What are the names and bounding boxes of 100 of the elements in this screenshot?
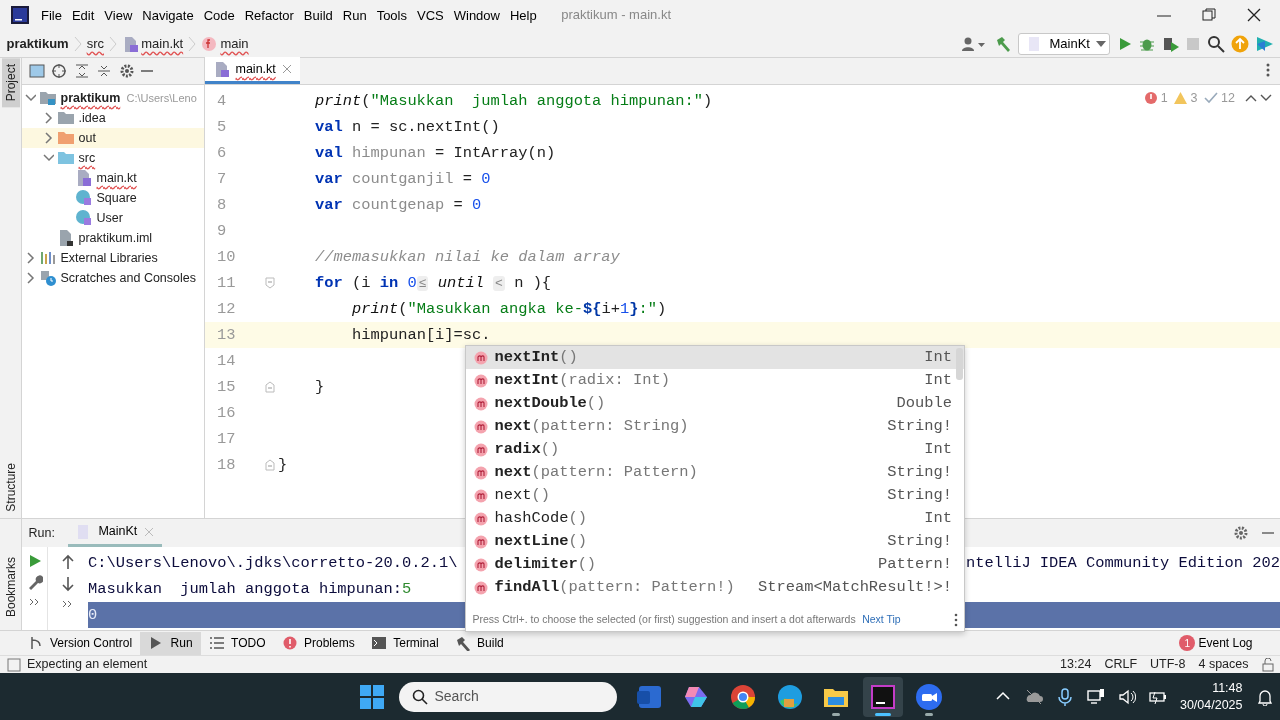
completion-item[interactable]: next(pattern: String) String! [466, 415, 964, 438]
tool-window-button[interactable]: Run [140, 631, 201, 655]
warning-count: 3 [1190, 90, 1198, 107]
more-icon[interactable] [62, 598, 74, 609]
method-icon [474, 557, 488, 572]
status-item[interactable]: UTF-8 [1150, 655, 1186, 674]
build-icon [454, 635, 471, 651]
completion-item[interactable]: nextDouble() Double [466, 392, 964, 415]
completion-item[interactable]: delimiter() Pattern! [466, 553, 964, 576]
gear-icon[interactable] [118, 63, 135, 79]
menu-item[interactable]: Help [504, 8, 542, 22]
completion-item[interactable]: nextInt(radix: Int) Int [466, 369, 964, 392]
run-icon[interactable] [27, 553, 42, 568]
tool-window-button[interactable]: Build [446, 631, 512, 655]
completion-item[interactable]: nextInt() Int [466, 346, 964, 369]
status-item[interactable]: 4 spaces [1198, 655, 1249, 674]
minimize-icon[interactable] [1261, 531, 1274, 535]
menu-item[interactable]: Refactor [239, 8, 299, 22]
menu-item[interactable]: View [99, 8, 138, 22]
lock-icon[interactable] [1261, 657, 1274, 672]
network-icon[interactable] [1086, 687, 1105, 706]
speaker-icon[interactable] [1117, 687, 1136, 706]
cloud-icon[interactable] [1024, 687, 1043, 706]
breadcrumb-item[interactable]: praktikum [6, 33, 69, 54]
tool-window-button[interactable]: Terminal [362, 631, 447, 655]
more-icon[interactable] [953, 613, 958, 627]
tree-item[interactable]: Scratches and Consoles [60, 268, 196, 288]
up-arrow-icon[interactable] [61, 553, 75, 570]
breadcrumb-item[interactable]: main.kt [141, 33, 184, 54]
menu-item[interactable]: Tools [371, 8, 412, 22]
breadcrumb-item[interactable]: main [220, 33, 249, 54]
menu-item[interactable]: Code [198, 8, 240, 22]
panel-toggle-icon[interactable] [6, 657, 21, 672]
run-configuration-dropdown[interactable]: MainKt [1018, 32, 1110, 55]
down-arrow-icon[interactable] [61, 576, 75, 592]
minimize-icon[interactable] [141, 69, 153, 73]
status-item[interactable]: CRLF [1104, 655, 1138, 674]
tool-window-tab[interactable]: Project [1, 58, 20, 108]
tree-item[interactable]: main.kt [96, 168, 137, 188]
layout-icon[interactable] [28, 63, 45, 79]
menu-item[interactable]: File [36, 8, 67, 22]
window-title: praktikum - main.kt [561, 6, 672, 25]
menu-item[interactable]: Build [298, 8, 338, 22]
menu-item[interactable]: Edit [66, 8, 100, 22]
tool-window-button[interactable]: Version Control [19, 631, 141, 655]
completion-item[interactable]: radix() Int [466, 438, 964, 461]
typed-input-text: 5 [402, 578, 412, 600]
chevron-icon [187, 35, 198, 52]
run-tab[interactable]: MainKt [67, 519, 162, 547]
completion-item[interactable]: hashCode() Int [466, 507, 964, 530]
search-icon [412, 688, 428, 705]
microphone-icon[interactable] [1055, 687, 1074, 706]
scrollbar-thumb[interactable] [956, 348, 963, 380]
notification-bell-icon[interactable] [1255, 687, 1274, 706]
event-log-button[interactable]: 1 Event Log [1171, 631, 1261, 655]
plugin-logo-icon[interactable] [1255, 34, 1274, 53]
menu-item[interactable]: VCS [412, 8, 449, 22]
line-number: 7 [217, 168, 228, 190]
menu-item[interactable]: Navigate [137, 8, 199, 22]
status-item[interactable]: 13:24 [1060, 655, 1092, 674]
tree-item[interactable]: User [96, 208, 123, 228]
tree-item[interactable]: praktikum [60, 88, 121, 108]
search-icon[interactable] [1206, 34, 1225, 53]
next-tip-link[interactable]: Next Tip [862, 612, 901, 628]
breadcrumb-item[interactable]: src [86, 33, 104, 54]
completion-item[interactable]: next(pattern: Pattern) String! [466, 461, 964, 484]
tree-item[interactable]: out [78, 128, 96, 148]
editor-tab[interactable]: main.kt [205, 57, 301, 84]
collapse-all-icon[interactable] [96, 63, 112, 79]
tool-window-button[interactable]: TODO [200, 631, 274, 655]
search-field[interactable]: Search [399, 681, 617, 712]
class-icon [75, 209, 94, 228]
tree-item[interactable]: praktikum.iml [78, 228, 153, 248]
completion-item[interactable]: next() String! [466, 484, 964, 507]
caret-icon [1096, 39, 1107, 48]
completion-item[interactable]: findAll(pattern: Pattern!) Stream<MatchResult!>! [466, 576, 964, 599]
line-number: 4 [217, 90, 228, 112]
tool-window-tab[interactable]: Structure [1, 457, 20, 518]
tree-item[interactable]: External Libraries [60, 248, 158, 268]
gear-icon[interactable] [1232, 525, 1249, 541]
target-icon[interactable] [51, 63, 67, 79]
user-icon[interactable] [961, 35, 987, 52]
tree-item[interactable]: src [78, 148, 96, 168]
clock-date[interactable]: 30/04/2025 [1179, 696, 1243, 714]
menu-item[interactable]: Window [448, 8, 505, 22]
browser-app-icon [775, 682, 804, 711]
notification-count: 1 [1179, 635, 1196, 651]
tool-window-button[interactable]: Problems [273, 631, 363, 655]
completion-item[interactable]: nextLine() String! [466, 530, 964, 553]
clock-time[interactable]: 11:48 [1212, 679, 1243, 697]
app-logo-icon [10, 5, 30, 25]
tree-item[interactable]: Square [96, 188, 137, 208]
expand-all-icon[interactable] [73, 63, 90, 79]
tree-item[interactable]: .idea [78, 108, 106, 128]
more-icon[interactable] [28, 596, 41, 607]
menu-item[interactable]: Run [337, 8, 372, 22]
more-icon[interactable] [1266, 62, 1270, 78]
start-icon[interactable] [358, 682, 386, 711]
coverage-icon[interactable] [1161, 35, 1180, 52]
taskbar-app-button[interactable] [862, 676, 903, 717]
